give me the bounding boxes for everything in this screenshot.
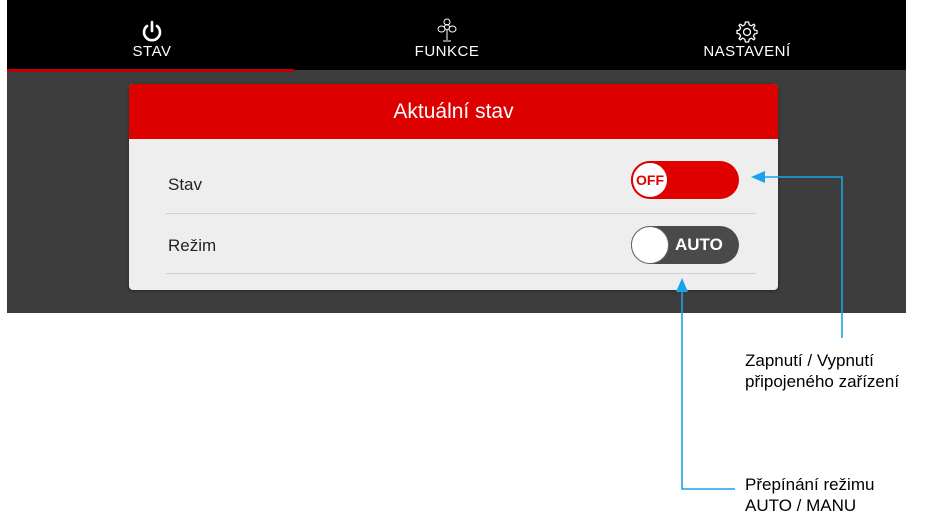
annotation-mode: Přepínání režimu AUTO / MANU (745, 474, 874, 516)
annotation-mode-line2: AUTO / MANU (745, 496, 857, 515)
annotation-mode-line1: Přepínání režimu (745, 475, 875, 494)
annotation-power-line2: připojeného zařízení (745, 372, 900, 391)
arrow-head-mode (676, 278, 688, 292)
arrow-head-power (751, 171, 765, 183)
annotation-power-line1: Zapnutí / Vypnutí (745, 351, 874, 370)
annotation-arrows (676, 171, 843, 490)
annotation-power: Zapnutí / Vypnutí připojeného zařízení (745, 350, 899, 392)
